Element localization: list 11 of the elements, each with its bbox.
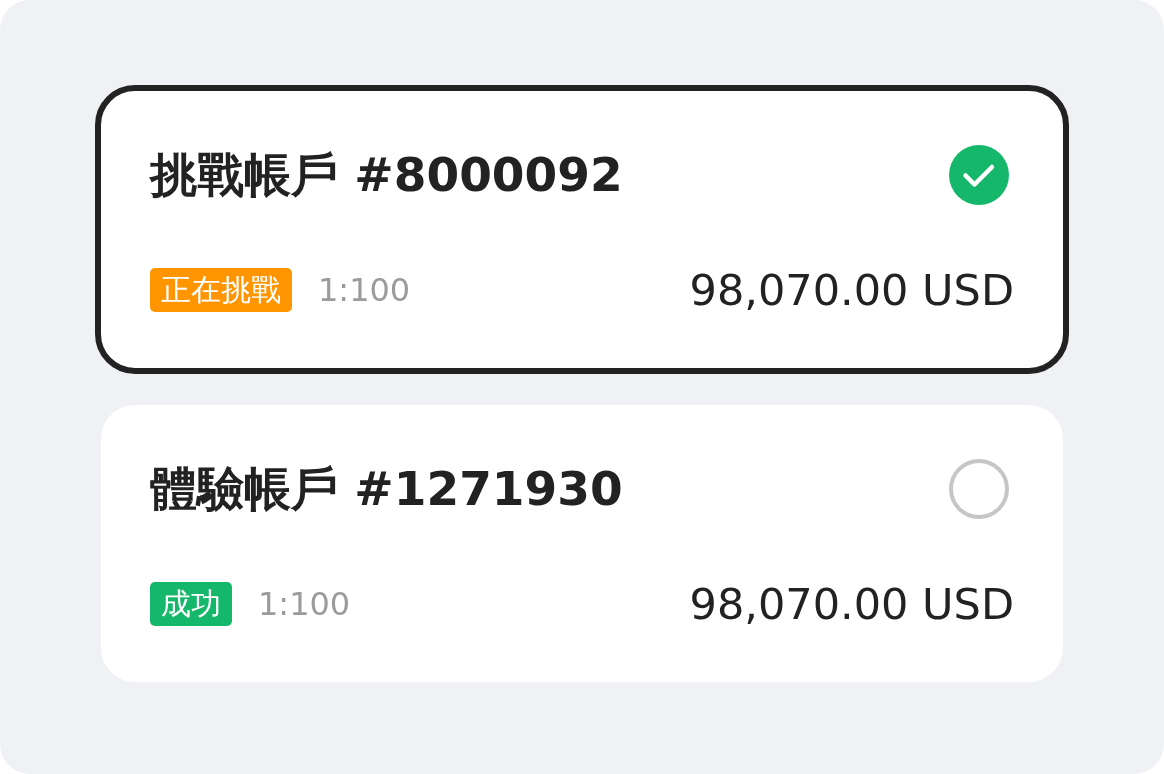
check-circle-icon[interactable] <box>949 145 1009 205</box>
account-title: 挑戰帳戶 #8000092 <box>150 146 623 204</box>
account-card[interactable]: 挑戰帳戶 #8000092 正在挑戰 1:100 98,070.00 USD <box>95 85 1069 374</box>
status-tag: 成功 <box>150 582 232 626</box>
leverage-ratio: 1:100 <box>258 585 351 623</box>
status-tag: 正在挑戰 <box>150 268 292 312</box>
balance-amount: 98,070.00 USD <box>689 267 1014 313</box>
account-title: 體驗帳戶 #1271930 <box>150 460 623 518</box>
leverage-ratio: 1:100 <box>318 271 411 309</box>
balance-amount: 98,070.00 USD <box>689 581 1014 627</box>
radio-circle-icon[interactable] <box>949 459 1009 519</box>
